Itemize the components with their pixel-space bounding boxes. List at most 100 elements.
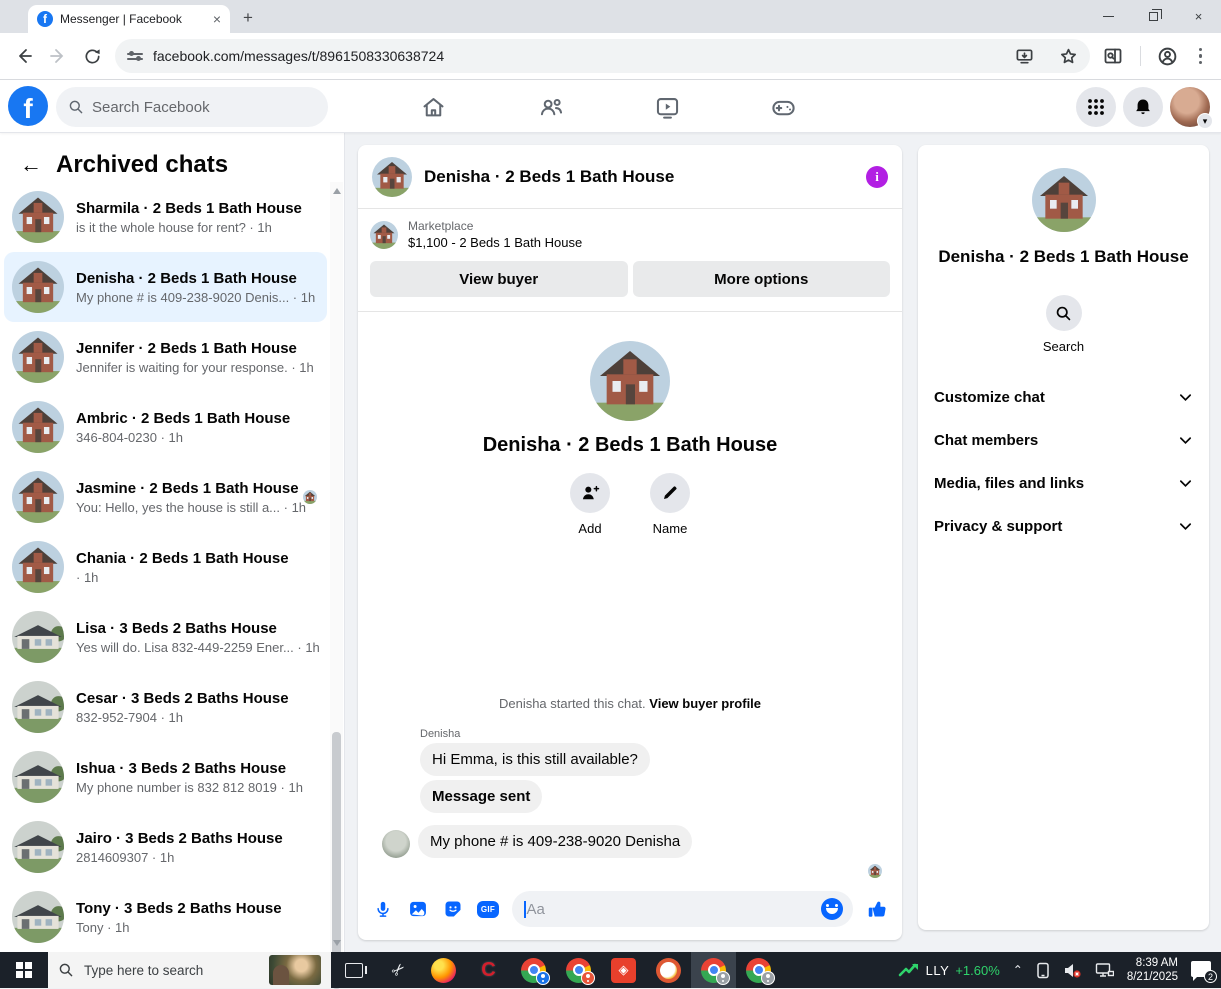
sidebar-scrollbar[interactable] [330, 182, 343, 952]
profile-avatar[interactable]: ▾ [1170, 87, 1210, 127]
sender-name: Denisha [420, 728, 890, 740]
conversation-info-icon[interactable]: i [866, 166, 888, 188]
nav-watch-icon[interactable] [643, 93, 691, 121]
chat-list-item[interactable]: Lisa · 3 Beds 2 Baths House Yes will do.… [4, 602, 327, 672]
chrome-profile2-button[interactable] [556, 952, 601, 988]
search-in-conversation[interactable]: Search [918, 295, 1209, 354]
stock-widget[interactable]: LLY +1.60% [898, 962, 1000, 978]
chat-list-item[interactable]: Ishua · 3 Beds 2 Baths House My phone nu… [4, 742, 327, 812]
chat-list-item[interactable]: Tony · 3 Beds 2 Baths House Tony · 1h [4, 882, 327, 952]
start-button[interactable] [0, 952, 48, 988]
browser-tab[interactable]: f Messenger | Facebook × [28, 5, 230, 33]
thumbs-up-icon[interactable] [866, 898, 888, 920]
window-minimize-button[interactable] [1086, 0, 1131, 33]
sender-avatar [382, 830, 410, 858]
colonial-house-photo [370, 221, 398, 249]
nav-gaming-icon[interactable] [759, 93, 807, 121]
forward-button[interactable] [41, 39, 75, 73]
voice-clip-icon[interactable] [372, 898, 394, 920]
back-arrow-icon[interactable]: ← [20, 152, 42, 178]
apps-menu-button[interactable] [1076, 87, 1116, 127]
firefox-button[interactable] [421, 952, 466, 988]
chat-list-item[interactable]: Jennifer · 2 Beds 1 Bath House Jennifer … [4, 322, 327, 392]
chat-list-item[interactable]: Cesar · 3 Beds 2 Baths House 832-952-790… [4, 672, 327, 742]
chat-list-item[interactable]: Ambric · 2 Beds 1 Bath House 346-804-023… [4, 392, 327, 462]
search-highlight-image[interactable] [269, 955, 321, 985]
stock-change: +1.60% [955, 963, 999, 978]
chrome-profile3-button-active[interactable] [691, 952, 736, 988]
chat-list-item[interactable]: Denisha · 2 Beds 1 Bath House My phone #… [4, 252, 327, 322]
nav-groups-icon[interactable] [527, 93, 575, 121]
action-center-button[interactable]: 2 [1191, 961, 1213, 979]
task-view-button[interactable] [331, 952, 376, 988]
colonial-house-photo [303, 490, 317, 504]
chrome-profile1-button[interactable] [511, 952, 556, 988]
window-restore-button[interactable] [1131, 0, 1176, 33]
edit-name-button[interactable]: Name [650, 473, 690, 536]
colonial-house-photo [12, 191, 64, 243]
chrome-profile4-button[interactable] [736, 952, 781, 988]
network-icon[interactable] [1095, 962, 1114, 978]
snipping-tool-button[interactable]: ✂ [376, 952, 421, 988]
view-buyer-button[interactable]: View buyer [370, 261, 628, 297]
message-input[interactable]: Aa [512, 891, 853, 927]
phone-link-icon[interactable] [1036, 962, 1050, 979]
facebook-logo[interactable]: f [8, 86, 48, 126]
add-member-button[interactable]: Add [570, 473, 610, 536]
scroll-up-arrow[interactable] [333, 188, 341, 194]
browser-menu-icon[interactable] [1191, 48, 1211, 65]
bookmark-star-icon[interactable] [1052, 39, 1086, 73]
conversation-details-panel: Denisha · 2 Beds 1 Bath House Search Cus… [918, 145, 1209, 930]
section-privacy-support[interactable]: Privacy & support [918, 505, 1209, 548]
notifications-button[interactable] [1123, 87, 1163, 127]
scrollbar-thumb[interactable] [332, 732, 341, 989]
details-avatar [1032, 168, 1096, 232]
view-buyer-profile-link[interactable]: View buyer profile [649, 696, 761, 711]
taskbar-search[interactable]: Type here to search [48, 952, 331, 988]
section-customize-chat[interactable]: Customize chat [918, 376, 1209, 419]
emoji-icon[interactable] [821, 898, 843, 920]
browser-profile-icon[interactable] [1151, 39, 1185, 73]
chat-list-item[interactable]: Chania · 2 Beds 1 Bath House · 1h [4, 532, 327, 602]
chevron-down-icon [1178, 433, 1193, 448]
chat-avatar [12, 191, 64, 243]
ranch-house-photo [12, 751, 64, 803]
task-view-icon [345, 963, 363, 978]
reload-button[interactable] [75, 39, 109, 73]
install-app-icon[interactable] [1008, 39, 1042, 73]
back-button[interactable] [7, 39, 41, 73]
ccleaner-button[interactable]: C [466, 952, 511, 988]
url-bar[interactable]: facebook.com/messages/t/8961508330638724 [115, 39, 1090, 73]
chevron-down-icon [1178, 390, 1193, 405]
chat-avatar [12, 331, 64, 383]
hidden-icons-chevron[interactable]: ⌃ [1013, 963, 1023, 977]
scroll-down-arrow[interactable] [333, 940, 341, 946]
gif-icon[interactable]: GIF [477, 898, 499, 920]
message-bubble: My phone # is 409-238-9020 Denisha [418, 825, 692, 858]
red-app-button[interactable]: ◈ [601, 952, 646, 988]
colonial-house-photo [12, 261, 64, 313]
chat-list-item[interactable]: Jairo · 3 Beds 2 Baths House 2814609307 … [4, 812, 327, 882]
duckduckgo-button[interactable] [646, 952, 691, 988]
search-in-sidebar-icon[interactable] [1096, 39, 1130, 73]
attach-photo-icon[interactable] [407, 898, 429, 920]
clock-date: 8/21/2025 [1127, 970, 1178, 984]
url-text[interactable]: facebook.com/messages/t/8961508330638724 [153, 48, 998, 64]
new-tab-button[interactable]: + [243, 8, 253, 28]
more-options-button[interactable]: More options [633, 261, 891, 297]
chat-list-item[interactable]: Jasmine · 2 Beds 1 Bath House You: Hello… [4, 462, 327, 532]
site-settings-icon[interactable] [127, 53, 143, 60]
system-message: Denisha started this chat. View buyer pr… [370, 696, 890, 711]
window-close-button[interactable]: × [1176, 0, 1221, 33]
sticker-icon[interactable] [442, 898, 464, 920]
volume-muted-icon[interactable] [1063, 962, 1082, 979]
section-chat-members[interactable]: Chat members [918, 419, 1209, 462]
chat-list-item[interactable]: Sharmila · 2 Beds 1 Bath House is it the… [4, 182, 327, 252]
section-media-files-links[interactable]: Media, files and links [918, 462, 1209, 505]
chat-preview: · 1h [76, 570, 319, 585]
facebook-search-input[interactable]: Search Facebook [56, 87, 328, 127]
tab-close-icon[interactable]: × [213, 11, 221, 27]
taskbar-clock[interactable]: 8:39 AM 8/21/2025 [1127, 956, 1178, 985]
chat-name: Ishua · 3 Beds 2 Baths House [76, 760, 319, 777]
nav-home-icon[interactable] [409, 93, 457, 121]
